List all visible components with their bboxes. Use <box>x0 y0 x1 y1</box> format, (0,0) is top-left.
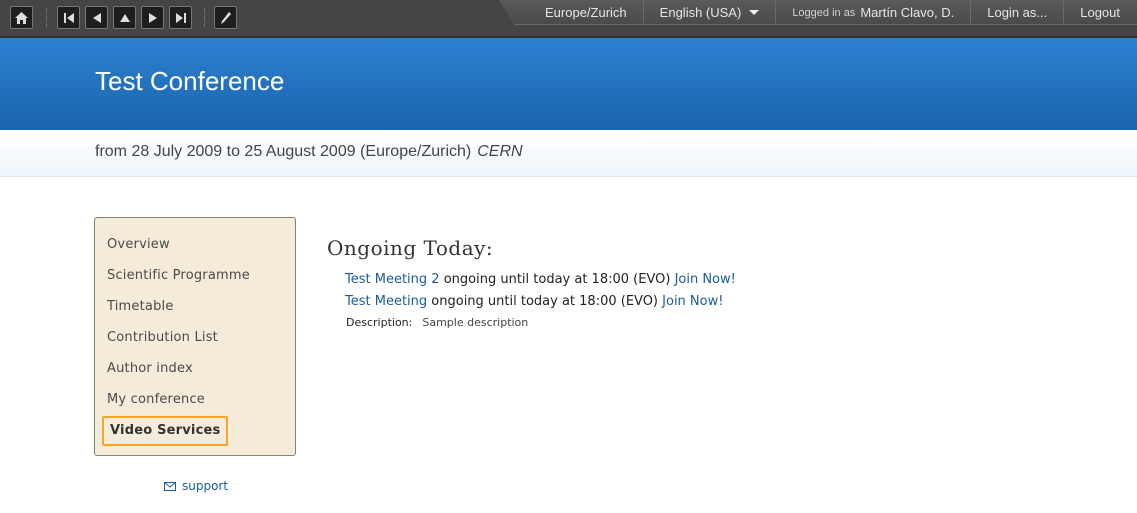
conference-dates-row: from 28 July 2009 to 25 August 2009 (Eur… <box>95 143 523 161</box>
menu-item-scientific-programme[interactable]: Scientific Programme <box>107 268 250 283</box>
description-label: Description: <box>346 316 413 329</box>
toolbar-separator <box>204 8 205 27</box>
support-label: support <box>182 479 229 493</box>
logout-label: Logout <box>1080 5 1120 20</box>
envelope-icon <box>164 481 176 491</box>
meeting-link[interactable]: Test Meeting <box>345 294 427 309</box>
logout-button[interactable]: Logout <box>1063 0 1137 25</box>
meeting-description: Description: Sample description <box>346 316 528 329</box>
timezone-button[interactable]: Europe/Zurich <box>505 0 643 25</box>
meeting-status: ongoing until today at 18:00 (EVO) <box>431 294 659 309</box>
meeting-row: Test Meeting 2 ongoing until today at 18… <box>345 272 736 287</box>
chevron-down-icon <box>749 10 760 15</box>
user-info[interactable]: Logged in as Martín Clavo, D. <box>775 0 970 25</box>
menu-item-contribution-list[interactable]: Contribution List <box>107 330 218 345</box>
menu-item-timetable[interactable]: Timetable <box>107 299 174 314</box>
up-icon[interactable] <box>113 6 136 29</box>
support-link[interactable]: support <box>164 479 228 493</box>
top-toolbar: Europe/Zurich English (USA) Logged in as… <box>0 0 1137 38</box>
first-icon[interactable] <box>57 6 80 29</box>
language-label: English (USA) <box>659 5 742 20</box>
menu-item-my-conference[interactable]: My conference <box>107 392 205 407</box>
conference-info-bar: from 28 July 2009 to 25 August 2009 (Eur… <box>0 130 1137 177</box>
description-value: Sample description <box>422 316 529 329</box>
menu-item-video-services[interactable]: Video Services <box>102 416 229 446</box>
login-as-button[interactable]: Login as... <box>970 0 1063 25</box>
edit-icon[interactable] <box>214 6 237 29</box>
login-as-label: Login as... <box>987 5 1048 20</box>
timezone-label: Europe/Zurich <box>545 5 627 20</box>
conference-banner: Test Conference <box>0 38 1137 130</box>
meeting-status: ongoing until today at 18:00 (EVO) <box>443 272 671 287</box>
join-now-link[interactable]: Join Now! <box>662 294 723 309</box>
previous-icon[interactable] <box>85 6 108 29</box>
last-icon[interactable] <box>169 6 192 29</box>
menu-item-overview[interactable]: Overview <box>107 237 170 252</box>
page-title: Test Conference <box>95 66 285 96</box>
logged-in-prefix: Logged in as <box>792 6 856 19</box>
next-icon[interactable] <box>141 6 164 29</box>
home-icon[interactable] <box>10 6 33 29</box>
menu-item-author-index[interactable]: Author index <box>107 361 193 376</box>
meeting-link[interactable]: Test Meeting 2 <box>345 272 440 287</box>
toolbar-separator <box>46 8 47 27</box>
conference-location: CERN <box>477 143 523 160</box>
conference-menu: Overview Scientific Programme Timetable … <box>94 217 296 456</box>
conference-dates: from 28 July 2009 to 25 August 2009 (Eur… <box>95 143 472 160</box>
join-now-link[interactable]: Join Now! <box>675 272 736 287</box>
user-bar: Europe/Zurich English (USA) Logged in as… <box>505 0 1137 28</box>
user-name: Martín Clavo, D. <box>860 5 955 20</box>
ongoing-heading: Ongoing Today: <box>327 236 494 260</box>
meeting-row: Test Meeting ongoing until today at 18:0… <box>345 294 723 309</box>
language-selector[interactable]: English (USA) <box>642 0 776 25</box>
